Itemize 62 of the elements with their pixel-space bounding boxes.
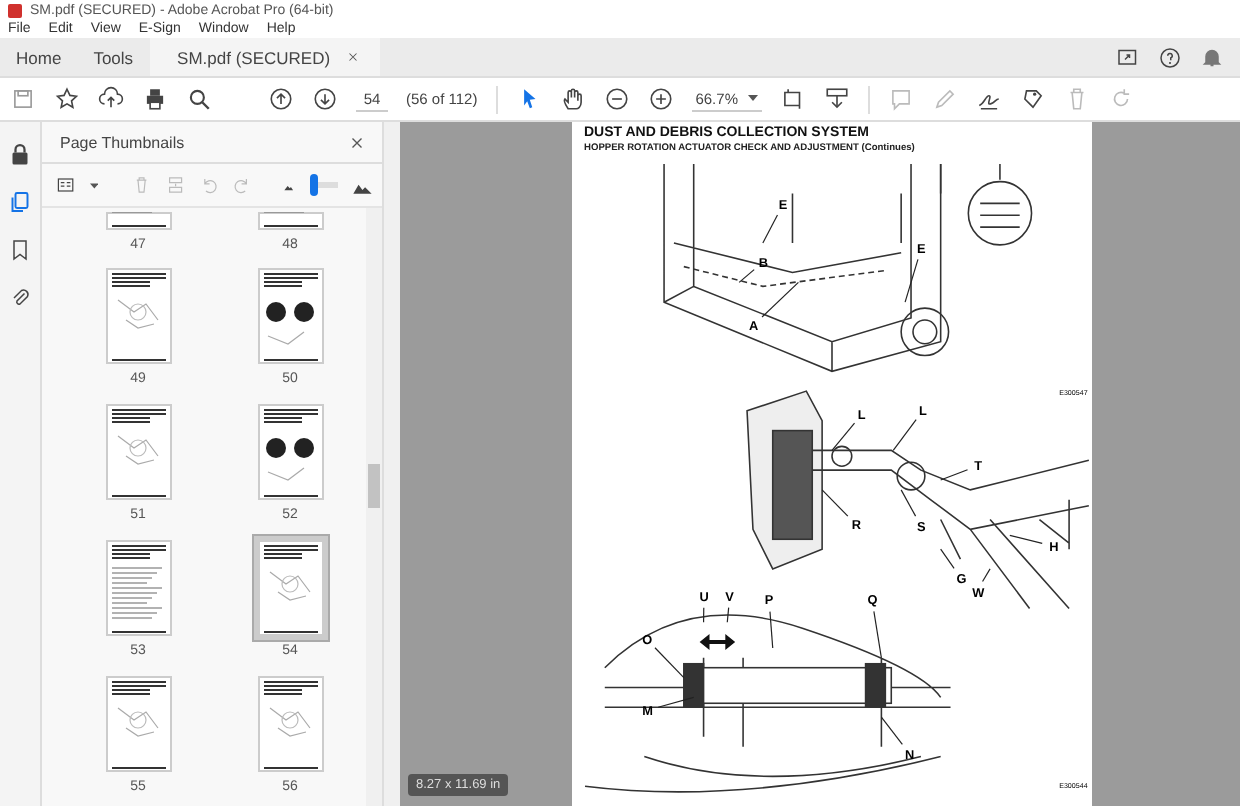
leader-line [904, 258, 919, 303]
leader-line [900, 489, 917, 517]
leader-line [892, 418, 917, 451]
leader-line [873, 610, 882, 659]
panel-title: Page Thumbnails [60, 133, 185, 151]
print-icon[interactable] [142, 86, 168, 112]
tab[interactable]: Tools [77, 38, 150, 76]
lock-icon[interactable] [8, 142, 32, 166]
scrollbar[interactable] [366, 208, 382, 806]
leader-line [1009, 534, 1043, 544]
leader-line [657, 696, 695, 708]
scrollbar-thumb[interactable] [368, 464, 380, 508]
leader-line [940, 548, 955, 569]
hand-icon[interactable] [559, 86, 586, 112]
tab[interactable]: Home [0, 38, 78, 76]
crop-icon[interactable] [780, 86, 806, 112]
close-icon[interactable] [348, 133, 366, 151]
leader-line [769, 611, 774, 649]
leader-line [654, 647, 685, 679]
leader-line [703, 607, 705, 623]
page-thumbnail-drawing[interactable] [105, 268, 171, 364]
paperclip-icon[interactable] [8, 286, 32, 310]
download-icon[interactable] [824, 86, 850, 112]
options-icon[interactable] [56, 174, 76, 196]
app-logo-icon [8, 3, 22, 17]
caret-icon[interactable] [748, 94, 758, 102]
arrow-down-icon[interactable] [312, 86, 338, 112]
leader-line [761, 281, 799, 318]
leader-line [821, 489, 849, 517]
search-icon[interactable] [186, 86, 212, 112]
double-arrow-icon [699, 634, 736, 650]
leader-line [880, 716, 903, 745]
bookmark-icon[interactable] [8, 238, 32, 262]
close-icon[interactable] [346, 50, 361, 64]
leader-line [726, 607, 730, 623]
arrow-up-icon[interactable] [268, 86, 294, 112]
page-thumbnail-drawing[interactable] [105, 212, 171, 230]
tab[interactable]: SM.pdf (SECURED) [149, 38, 381, 76]
cloud-upload-icon[interactable] [98, 86, 124, 112]
page-thumbnail-drawing[interactable] [105, 404, 171, 500]
leader-line [831, 422, 856, 451]
share-icon[interactable] [1116, 45, 1140, 69]
page-thumbnail-drawing[interactable] [105, 540, 171, 636]
save-icon[interactable] [10, 86, 36, 112]
page-thumbnail-drawing[interactable] [105, 676, 171, 772]
star-icon[interactable] [54, 86, 80, 112]
leader-line [981, 568, 991, 583]
caret-icon[interactable] [89, 181, 98, 189]
pages-icon[interactable] [8, 190, 32, 214]
page-thumbnail-drawing[interactable] [257, 212, 323, 230]
page-thumbnail-drawing[interactable] [257, 676, 323, 772]
page-thumbnail-drawing[interactable] [257, 404, 323, 500]
leader-line [762, 214, 779, 244]
tag-icon[interactable] [1020, 86, 1046, 112]
page-thumbnail-drawing[interactable] [257, 268, 323, 364]
bell-icon[interactable] [1200, 45, 1224, 69]
zoom-out-icon[interactable] [603, 86, 630, 112]
slider-handle[interactable] [309, 174, 318, 196]
zoom-in-icon[interactable] [647, 86, 674, 112]
help-icon[interactable] [1158, 45, 1182, 69]
leader-line [940, 469, 969, 481]
leader-line [738, 269, 755, 283]
